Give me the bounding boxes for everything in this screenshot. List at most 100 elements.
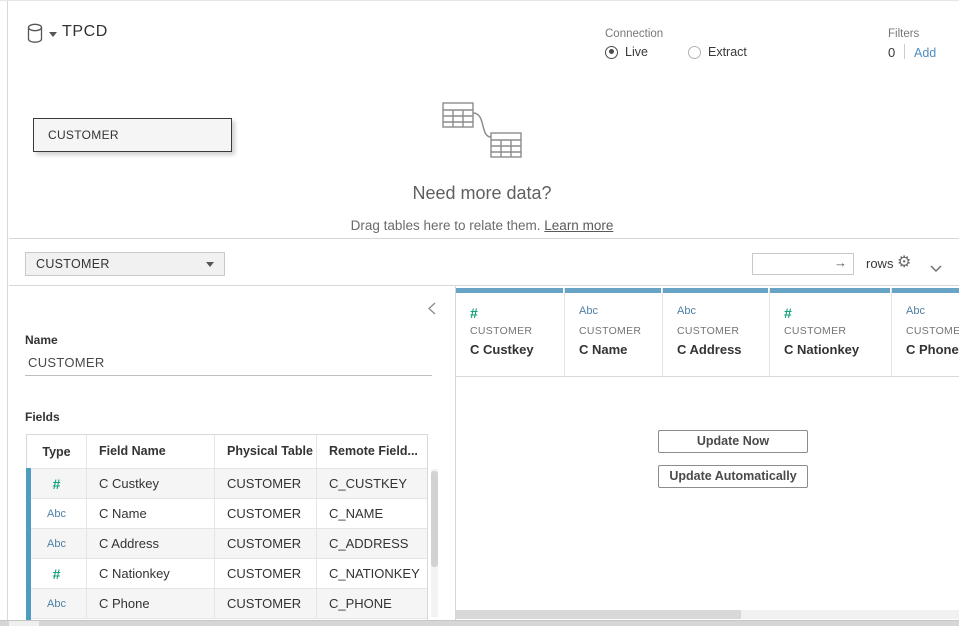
fields-table: Type Field Name Physical Table Remote Fi… bbox=[26, 434, 428, 623]
data-grid-header: # CUSTOMER C Custkey Abc CUSTOMER C Name… bbox=[456, 288, 959, 376]
update-automatically-button[interactable]: Update Automatically bbox=[658, 465, 808, 488]
fields-table-accent-strip bbox=[26, 468, 31, 620]
filters-count: 0 bbox=[888, 45, 895, 60]
field-name-cell: C Nationkey bbox=[86, 559, 214, 589]
grid-column-table: CUSTOMER bbox=[470, 325, 532, 337]
field-name-cell: C Address bbox=[86, 529, 214, 559]
fields-table-scrollbar-thumb[interactable] bbox=[431, 471, 438, 567]
database-dropdown-caret-icon[interactable] bbox=[49, 32, 57, 37]
grid-header-border bbox=[455, 376, 959, 377]
name-label: Name bbox=[25, 333, 58, 347]
radio-extract[interactable]: Extract bbox=[688, 45, 747, 59]
rows-input-arrow-icon[interactable]: → bbox=[834, 255, 847, 270]
radio-live[interactable]: Live bbox=[605, 45, 648, 59]
filters-label: Filters bbox=[888, 28, 919, 40]
name-input-underline bbox=[25, 375, 432, 376]
grid-column-header[interactable]: # CUSTOMER C Nationkey bbox=[770, 288, 892, 376]
table-row[interactable]: # C Nationkey CUSTOMER C_NATIONKEY bbox=[27, 558, 427, 588]
grid-column-name: C Nationkey bbox=[784, 342, 859, 357]
empty-state-subtitle-text: Drag tables here to relate them. bbox=[351, 218, 541, 233]
number-type-icon: # bbox=[27, 566, 86, 582]
fields-table-header: Type Field Name Physical Table Remote Fi… bbox=[27, 435, 427, 468]
relate-tables-icon bbox=[430, 97, 540, 166]
rows-label: rows bbox=[866, 256, 893, 271]
field-name-cell: C Phone bbox=[86, 589, 214, 619]
empty-state-subtitle: Drag tables here to relate them. Learn m… bbox=[351, 218, 614, 233]
bottom-scrollbar-strip[interactable] bbox=[0, 620, 959, 626]
number-type-icon: # bbox=[470, 305, 478, 321]
col-header-remote-field[interactable]: Remote Field... bbox=[316, 435, 427, 468]
physical-table-cell: CUSTOMER bbox=[214, 589, 316, 619]
table-row[interactable]: # C Custkey CUSTOMER C_CUSTKEY bbox=[27, 468, 427, 498]
table-select-dropdown[interactable]: CUSTOMER bbox=[25, 252, 225, 276]
string-type-icon: Abc bbox=[27, 598, 86, 610]
radio-extract-label: Extract bbox=[708, 45, 747, 59]
grid-column-table: CUSTOMER bbox=[784, 325, 846, 337]
grid-column-header[interactable]: Abc CUSTOMER C Name bbox=[565, 288, 663, 376]
datasource-title[interactable]: TPCD bbox=[62, 23, 108, 41]
grid-column-table: CUSTOMER bbox=[906, 325, 959, 337]
filters-add-link[interactable]: Add bbox=[914, 46, 936, 60]
column-accent-bar bbox=[892, 288, 959, 293]
table-row[interactable]: Abc C Phone CUSTOMER C_PHONE bbox=[27, 588, 427, 618]
grid-column-name: C Address bbox=[677, 342, 742, 357]
col-header-type[interactable]: Type bbox=[27, 445, 86, 459]
learn-more-link[interactable]: Learn more bbox=[544, 218, 613, 233]
grid-column-header[interactable]: Abc CUSTOMER C Phone bbox=[892, 288, 959, 376]
grid-hscrollbar-thumb[interactable] bbox=[456, 610, 741, 619]
datasource-page: TPCD Connection Live Extract Filters 0 A… bbox=[0, 0, 959, 626]
table-row[interactable]: Abc C Address CUSTOMER C_ADDRESS bbox=[27, 528, 427, 558]
database-icon[interactable] bbox=[26, 23, 44, 49]
empty-state-title: Need more data? bbox=[412, 183, 551, 204]
collapse-panel-chevron-icon[interactable] bbox=[428, 302, 436, 320]
remote-field-cell: C_ADDRESS bbox=[316, 529, 427, 559]
update-now-button[interactable]: Update Now bbox=[658, 430, 808, 453]
remote-field-cell: C_PHONE bbox=[316, 589, 427, 619]
field-name-cell: C Custkey bbox=[86, 469, 214, 499]
bottom-scrollbar-notch bbox=[9, 621, 39, 626]
grid-column-name: C Custkey bbox=[470, 342, 534, 357]
grid-column-header[interactable]: Abc CUSTOMER C Address bbox=[663, 288, 770, 376]
remote-field-cell: C_CUSTKEY bbox=[316, 469, 427, 499]
column-accent-bar bbox=[456, 288, 563, 293]
physical-table-cell: CUSTOMER bbox=[214, 559, 316, 589]
connection-label: Connection bbox=[605, 28, 663, 40]
grid-column-table: CUSTOMER bbox=[579, 325, 641, 337]
string-type-icon: Abc bbox=[677, 305, 696, 317]
grid-column-name: C Name bbox=[579, 342, 627, 357]
filters-divider bbox=[904, 44, 905, 59]
remote-field-cell: C_NATIONKEY bbox=[316, 559, 427, 589]
toolbar-bottom-border bbox=[9, 285, 959, 286]
table-select-caret-icon bbox=[206, 262, 214, 267]
radio-live-label: Live bbox=[625, 45, 648, 59]
number-type-icon: # bbox=[27, 476, 86, 492]
col-header-field-name[interactable]: Field Name bbox=[86, 435, 214, 468]
string-type-icon: Abc bbox=[27, 538, 86, 550]
chevron-down-icon[interactable] bbox=[930, 259, 942, 277]
number-type-icon: # bbox=[784, 305, 792, 321]
grid-column-table: CUSTOMER bbox=[677, 325, 739, 337]
string-type-icon: Abc bbox=[579, 305, 598, 317]
column-accent-bar bbox=[565, 288, 661, 293]
canvas-bottom-border bbox=[9, 238, 959, 239]
column-accent-bar bbox=[770, 288, 890, 293]
column-accent-bar bbox=[663, 288, 768, 293]
canvas-table-chip[interactable]: CUSTOMER bbox=[33, 118, 232, 152]
radio-live-circle-icon[interactable] bbox=[605, 46, 618, 59]
table-row[interactable]: Abc C Name CUSTOMER C_NAME bbox=[27, 498, 427, 528]
fields-label: Fields bbox=[25, 410, 60, 424]
name-value-input[interactable]: CUSTOMER bbox=[28, 355, 105, 370]
gear-icon[interactable]: ⚙ bbox=[897, 252, 911, 272]
string-type-icon: Abc bbox=[27, 508, 86, 520]
string-type-icon: Abc bbox=[906, 305, 925, 317]
left-gutter bbox=[0, 1, 8, 626]
grid-column-header[interactable]: # CUSTOMER C Custkey bbox=[456, 288, 565, 376]
grid-column-name: C Phone bbox=[906, 342, 959, 357]
physical-table-cell: CUSTOMER bbox=[214, 529, 316, 559]
radio-extract-circle-icon[interactable] bbox=[688, 46, 701, 59]
col-header-physical-table[interactable]: Physical Table bbox=[214, 435, 316, 468]
table-select-value: CUSTOMER bbox=[36, 253, 110, 275]
physical-table-cell: CUSTOMER bbox=[214, 499, 316, 529]
physical-table-cell: CUSTOMER bbox=[214, 469, 316, 499]
remote-field-cell: C_NAME bbox=[316, 499, 427, 529]
